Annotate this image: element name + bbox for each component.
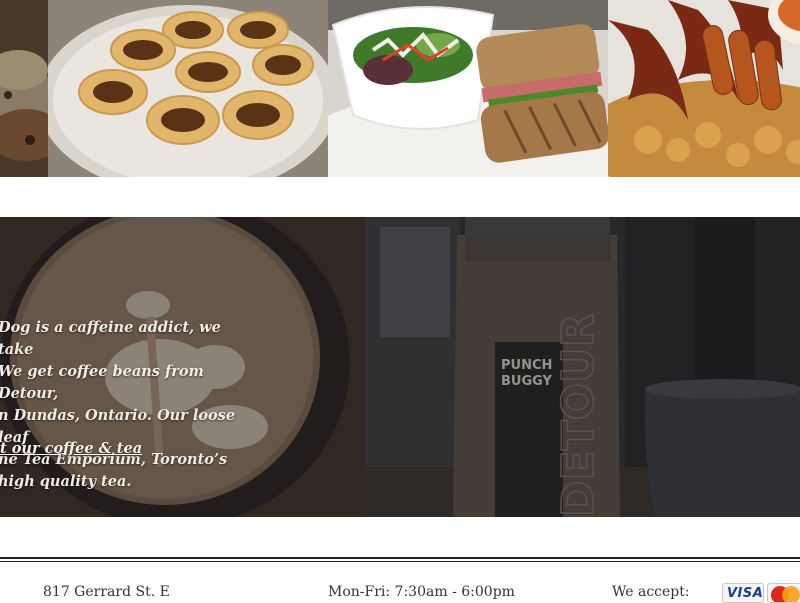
gallery-photo-salad-sandwich[interactable] bbox=[328, 0, 608, 177]
visa-card-icon: VISA bbox=[722, 583, 764, 603]
coffee-tea-link[interactable]: t our coffee & tea bbox=[0, 440, 142, 457]
footer-address: 817 Gerrard St. E bbox=[43, 584, 170, 600]
bag-vertical-logo: DETOUR bbox=[553, 313, 604, 517]
footer-hours: Mon-Fri: 7:30am - 6:00pm bbox=[328, 584, 515, 600]
visa-label: VISA bbox=[727, 586, 764, 601]
bag-brand-line-2: BUGGY bbox=[501, 374, 553, 389]
footer-divider-thin bbox=[0, 561, 800, 562]
gallery-photo-bacon-sausage[interactable] bbox=[608, 0, 800, 177]
gallery-photo-butter-tarts[interactable] bbox=[48, 0, 328, 177]
footer-accept-label: We accept: bbox=[612, 584, 690, 600]
coffee-tea-description: Dog is a caffeine addict, we take We get… bbox=[0, 319, 236, 490]
photo-gallery bbox=[0, 0, 800, 177]
gallery-photo-cookies[interactable] bbox=[0, 0, 48, 177]
footer-divider-thick bbox=[0, 557, 800, 559]
bag-brand-line-1: PUNCH bbox=[501, 358, 552, 373]
mastercard-card-icon bbox=[767, 583, 800, 603]
coffee-tea-section: PUNCH BUGGY DETOUR Dog is a caffeine add… bbox=[0, 217, 800, 517]
detour-coffee-bag-photo: PUNCH BUGGY DETOUR bbox=[365, 217, 800, 517]
